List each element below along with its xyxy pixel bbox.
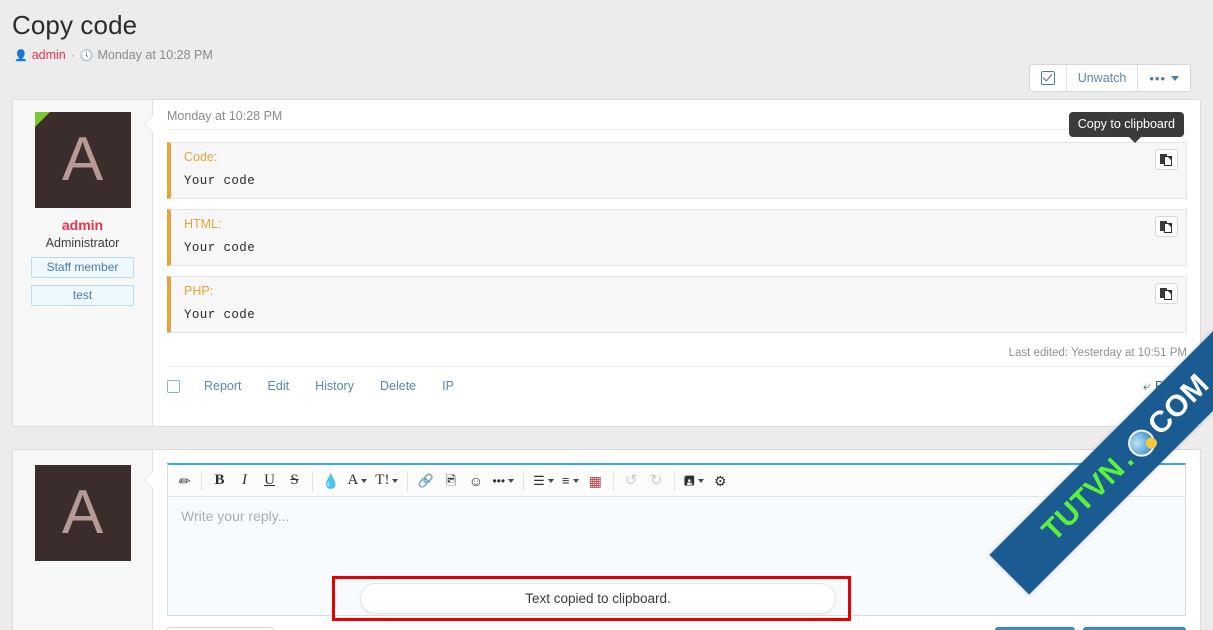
text-color-icon[interactable]: 💧 <box>318 468 343 494</box>
author-usertitle: Administrator <box>23 236 142 250</box>
post-message: A admin Administrator Staff member test … <box>12 99 1201 427</box>
copy-icon <box>1160 153 1173 166</box>
list-icon[interactable]: ≡ <box>558 468 583 494</box>
undo-icon[interactable]: ↺ <box>619 468 644 494</box>
ellipsis-icon: ••• <box>1149 72 1166 85</box>
code-block-title: PHP: <box>184 284 1174 298</box>
code-block-content: Your code <box>184 241 1174 257</box>
more-options-button[interactable]: ••• <box>1138 65 1190 91</box>
align-icon[interactable]: ☰ <box>529 468 558 494</box>
page-title: Copy code <box>12 8 1201 42</box>
code-block-content: Your code <box>184 174 1174 190</box>
reply-arrow-icon: ⤷ <box>1143 378 1150 394</box>
chevron-down-icon <box>1171 76 1179 81</box>
toolbar-separator <box>201 471 202 491</box>
ip-link[interactable]: IP <box>442 379 454 393</box>
last-edited-text: Last edited: Yesterday at 10:51 PM <box>167 347 1187 359</box>
image-icon[interactable]: 🖻 <box>438 468 463 494</box>
user-banner-test: test <box>31 285 134 306</box>
forum-thread-page: Copy code 👤 admin · 🕔 Monday at 10:28 PM… <box>0 0 1213 630</box>
table-icon[interactable]: ▦ <box>583 468 608 494</box>
edit-link[interactable]: Edit <box>268 379 290 393</box>
bold-icon[interactable]: B <box>207 468 232 494</box>
draft-icon[interactable]: 🖪 <box>680 468 708 494</box>
report-link[interactable]: Report <box>204 379 242 393</box>
copy-to-clipboard-button[interactable] <box>1155 149 1178 170</box>
checkbox-checked-icon <box>1041 71 1055 85</box>
remove-format-icon[interactable]: ✏ <box>171 468 196 494</box>
code-block-code: Copy to clipboard Code: Your code <box>167 142 1187 199</box>
copy-to-clipboard-button[interactable] <box>1155 216 1178 237</box>
copy-icon <box>1160 287 1173 300</box>
user-icon: 👤 <box>14 49 28 62</box>
post-footer: Report Edit History Delete IP ⤷ Reply <box>167 366 1187 405</box>
toolbar-separator <box>674 471 675 491</box>
copy-icon <box>1160 220 1173 233</box>
avatar-letter: A <box>62 478 103 547</box>
code-block-php: PHP: Your code <box>167 276 1187 333</box>
post-date[interactable]: Monday at 10:28 PM <box>167 109 1187 130</box>
underline-icon[interactable]: U <box>257 468 282 494</box>
delete-link[interactable]: Delete <box>380 379 416 393</box>
code-block-html: HTML: Your code <box>167 209 1187 266</box>
smilie-icon[interactable]: ☺ <box>463 468 488 494</box>
author-link[interactable]: admin <box>32 48 66 62</box>
avatar-letter: A <box>62 125 103 194</box>
more-options-icon[interactable]: ••• <box>488 468 518 494</box>
page-header: Copy code 👤 admin · 🕔 Monday at 10:28 PM <box>0 0 1213 62</box>
bubble-arrow <box>145 116 153 132</box>
avatar[interactable]: A <box>35 465 131 561</box>
code-block-content: Your code <box>184 308 1174 324</box>
history-link[interactable]: History <box>315 379 354 393</box>
avatar-wrapper: A <box>23 112 142 208</box>
editor-toolbar: ✏ B I U S 💧 A T! 🔗 🖻 ☺ ••• ☰ <box>168 465 1185 497</box>
clipboard-toast: Text copied to clipboard. <box>360 583 836 614</box>
toolbar-separator <box>312 471 313 491</box>
reply-author-column: A <box>13 450 153 630</box>
settings-gear-icon[interactable]: ⚙ <box>708 468 733 494</box>
copy-to-clipboard-button[interactable] <box>1155 283 1178 304</box>
toolbar-separator <box>523 471 524 491</box>
code-block-title: HTML: <box>184 217 1174 231</box>
copy-tooltip: Copy to clipboard <box>1069 112 1184 137</box>
user-banner-staff: Staff member <box>31 257 134 278</box>
post-select-checkbox[interactable] <box>167 380 180 393</box>
post-body-column: Monday at 10:28 PM Copy to clipboard Cod… <box>153 100 1200 426</box>
font-family-icon[interactable]: A <box>343 468 371 494</box>
strikethrough-icon[interactable]: S <box>282 468 307 494</box>
avatar-wrapper: A <box>23 465 142 561</box>
byline-separator: · <box>71 48 75 62</box>
link-icon[interactable]: 🔗 <box>413 468 438 494</box>
redo-icon[interactable]: ↻ <box>644 468 669 494</box>
italic-icon[interactable]: I <box>232 468 257 494</box>
post-time: Monday at 10:28 PM <box>97 48 212 62</box>
post-author-column: A admin Administrator Staff member test <box>13 100 153 426</box>
thread-action-bar: Unwatch ••• <box>1029 64 1191 92</box>
toolbar-separator <box>613 471 614 491</box>
font-size-icon[interactable]: T! <box>371 468 402 494</box>
unwatch-button[interactable]: Unwatch <box>1067 65 1139 91</box>
avatar[interactable]: A <box>35 112 131 208</box>
online-status-indicator <box>35 112 50 127</box>
toolbar-separator <box>407 471 408 491</box>
author-username[interactable]: admin <box>23 217 142 233</box>
watch-toggle-button[interactable] <box>1030 65 1067 91</box>
clock-icon: 🕔 <box>80 49 94 62</box>
code-block-title: Code: <box>184 150 1174 164</box>
bubble-arrow <box>145 472 153 488</box>
byline: 👤 admin · 🕔 Monday at 10:28 PM <box>14 48 1201 62</box>
